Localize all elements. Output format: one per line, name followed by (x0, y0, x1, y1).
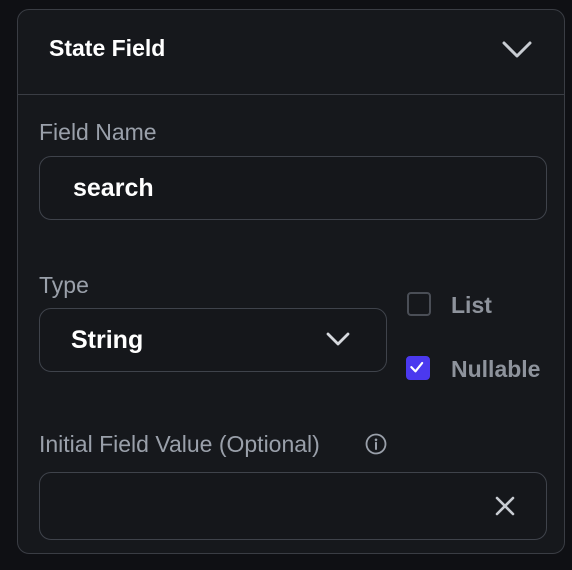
check-icon (410, 361, 424, 373)
state-field-panel: State Field Field Name search Type Strin… (17, 9, 565, 554)
list-checkbox[interactable] (407, 292, 431, 316)
nullable-label: Nullable (451, 356, 541, 382)
field-name-label: Field Name (39, 119, 157, 145)
type-select[interactable]: String (39, 308, 387, 372)
field-name-input[interactable]: search (39, 156, 547, 220)
panel-title: State Field (49, 35, 166, 61)
type-selected-value: String (71, 326, 144, 354)
chevron-down-icon[interactable] (501, 40, 533, 60)
chevron-down-icon (326, 332, 350, 346)
panel-header[interactable]: State Field (18, 10, 564, 95)
field-name-value: search (73, 174, 154, 202)
list-label: List (451, 292, 492, 318)
initial-value-label: Initial Field Value (Optional) (39, 431, 320, 457)
initial-value-input[interactable] (39, 472, 547, 540)
nullable-checkbox[interactable] (406, 356, 430, 380)
info-icon[interactable] (365, 433, 387, 455)
type-label: Type (39, 272, 89, 298)
close-icon[interactable] (494, 495, 516, 517)
